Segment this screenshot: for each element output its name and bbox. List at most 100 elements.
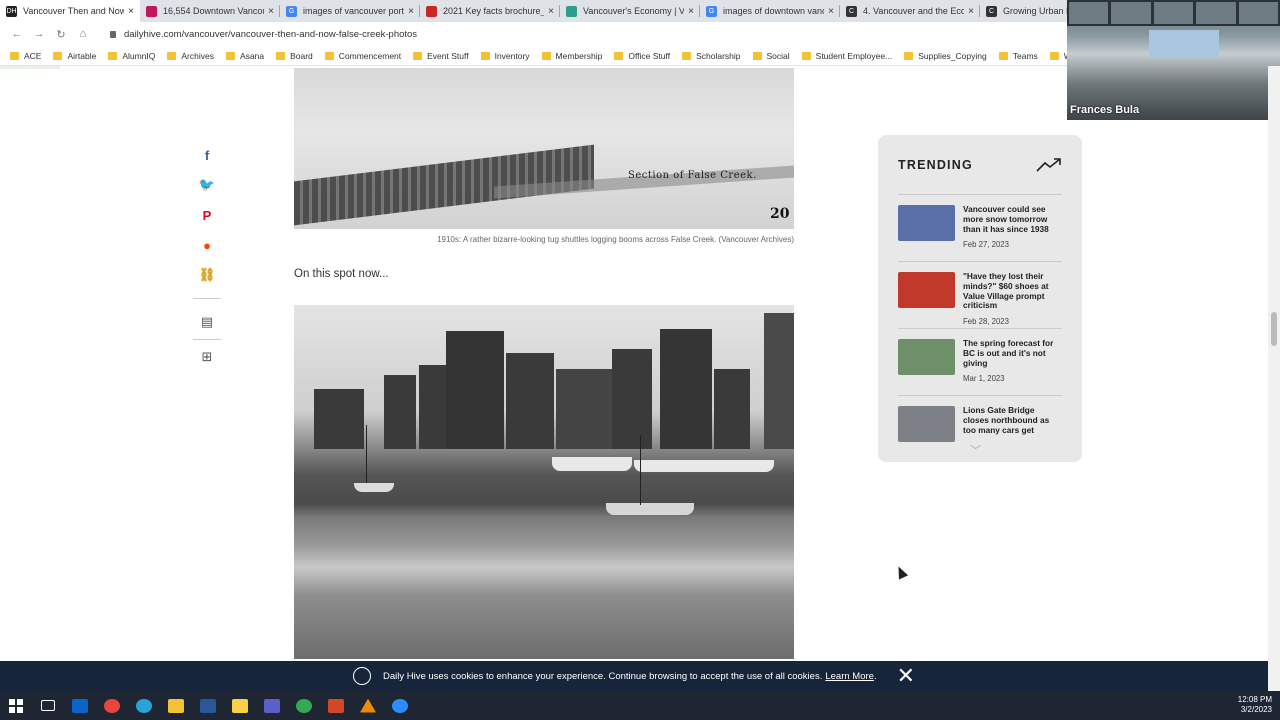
chevron-down-icon[interactable]: ﹀ (970, 442, 981, 458)
sailboat-mast (366, 425, 367, 483)
forward-icon[interactable]: → (30, 25, 48, 43)
edge-icon[interactable] (128, 691, 160, 720)
facebook-icon[interactable]: f (193, 140, 221, 170)
trending-title[interactable]: "Have they lost their minds?" $60 shoes … (963, 271, 1062, 311)
reddit-icon[interactable]: ● (193, 230, 221, 260)
bookmark-label: Event Stuff (427, 50, 469, 61)
browser-tab[interactable]: Vancouver's Economy | Va × (560, 0, 700, 22)
bookmark-item[interactable]: Supplies_Copying (904, 51, 987, 61)
trending-header: TRENDING (898, 135, 1062, 195)
powerpoint-icon[interactable] (320, 691, 352, 720)
bookmark-label: ACE (24, 50, 42, 61)
share-divider (193, 298, 221, 299)
bookmark-item[interactable]: Asana (225, 51, 264, 61)
chrome-icon[interactable] (96, 691, 128, 720)
tab-close-icon[interactable]: × (828, 6, 834, 17)
outlook-icon[interactable] (64, 691, 96, 720)
bookmark-label: Archives (181, 50, 214, 61)
pinterest-icon[interactable]: P (193, 200, 221, 230)
bookmark-item[interactable]: Airtable (53, 51, 96, 61)
building (506, 353, 554, 449)
zoom-icon[interactable] (384, 691, 416, 720)
bookmark-item[interactable]: Board (276, 51, 313, 61)
tab-favicon-icon: G (706, 5, 717, 17)
close-icon[interactable]: ✕ (897, 665, 915, 687)
vlc-icon[interactable] (352, 691, 384, 720)
folder-icon (10, 51, 19, 60)
browser-tab[interactable]: DH Vancouver Then and Now × (0, 0, 140, 22)
video-call-overlay[interactable]: Frances Bula (1067, 0, 1280, 120)
word-icon[interactable] (192, 691, 224, 720)
comment-icon[interactable]: ▤ (193, 307, 221, 337)
scrollbar-thumb[interactable] (1271, 312, 1277, 346)
notes-icon[interactable] (224, 691, 256, 720)
browser-tab[interactable]: Gimages of vancouver port × (280, 0, 420, 22)
folder-icon (324, 51, 334, 60)
building (714, 369, 750, 449)
chrome-profile-icon[interactable] (288, 691, 320, 720)
trending-title[interactable]: Lions Gate Bridge closes northbound as t… (963, 405, 1062, 435)
back-icon[interactable]: ← (8, 25, 26, 43)
bookmark-item[interactable]: ACE (10, 51, 41, 61)
tab-close-icon[interactable]: × (548, 6, 554, 17)
bookmark-item[interactable]: Inventory (480, 51, 530, 61)
url-field[interactable]: dailyhive.com/vancouver/vancouver-then-a… (110, 29, 417, 40)
tab-title: 16,554 Downtown Vancou (163, 6, 265, 16)
bookmark-item[interactable]: Student Employee... (801, 51, 892, 61)
learn-more-link[interactable]: Learn More (825, 671, 874, 682)
trending-thumbnail[interactable] (898, 339, 955, 375)
trending-list[interactable]: Vancouver could see more snow tomorrow t… (898, 195, 1062, 455)
bookmark-item[interactable]: AlumnIQ (108, 51, 155, 61)
trending-thumbnail[interactable] (898, 406, 955, 442)
folder-icon (108, 51, 118, 60)
tab-close-icon[interactable]: × (128, 6, 134, 17)
bookmark-item[interactable]: Social (752, 51, 790, 61)
windows-taskbar: 12:08 PM 3/2/2023 (0, 691, 1280, 720)
page-scrollbar[interactable] (1268, 66, 1280, 691)
folder-icon (752, 51, 762, 60)
bookmark-label: Supplies_Copying (918, 50, 987, 61)
folder-icon (413, 51, 423, 60)
file-explorer-icon[interactable] (160, 691, 192, 720)
browser-tab[interactable]: 16,554 Downtown Vancou × (140, 0, 280, 22)
building (660, 329, 712, 449)
url-text[interactable]: dailyhive.com/vancouver/vancouver-then-a… (124, 29, 417, 40)
home-icon[interactable]: ⌂ (74, 25, 92, 43)
task-view-icon[interactable] (32, 691, 64, 720)
tab-close-icon[interactable]: × (408, 6, 414, 17)
bookmark-item[interactable]: Membership (541, 51, 602, 61)
trending-thumbnail[interactable] (898, 272, 955, 308)
bookmark-item[interactable]: Archives (167, 51, 214, 61)
teams-icon[interactable] (256, 691, 288, 720)
tab-title: 4. Vancouver and the Eco (863, 6, 965, 16)
add-collection-icon[interactable]: ⊞ (193, 342, 221, 372)
trending-thumbnail[interactable] (898, 205, 955, 241)
tab-close-icon[interactable]: × (968, 6, 974, 17)
trending-item[interactable]: Vancouver could see more snow tomorrow t… (898, 195, 1062, 262)
bookmark-label: Airtable (67, 50, 97, 61)
trending-date: Feb 28, 2023 (963, 317, 1009, 327)
tab-close-icon[interactable]: × (268, 6, 274, 17)
browser-tab[interactable]: 2021 Key facts brochure_ie × (420, 0, 560, 22)
tab-title: Vancouver's Economy | Va (583, 6, 685, 16)
bookmark-item[interactable]: Scholarship (682, 51, 741, 61)
bookmark-item[interactable]: Teams (998, 51, 1038, 61)
tab-close-icon[interactable]: × (688, 6, 694, 17)
system-clock[interactable]: 12:08 PM 3/2/2023 (1238, 695, 1272, 715)
bookmark-item[interactable]: Commencement (324, 51, 401, 61)
browser-tab[interactable]: Gimages of downtown vanc × (700, 0, 840, 22)
tab-favicon-icon: DH (6, 5, 17, 17)
trending-item[interactable]: "Have they lost their minds?" $60 shoes … (898, 262, 1062, 329)
windows-icon (9, 698, 23, 713)
trending-title[interactable]: Vancouver could see more snow tomorrow t… (963, 204, 1062, 234)
building (384, 375, 416, 449)
start-button[interactable] (0, 691, 32, 720)
link-icon[interactable]: ⛓ (193, 260, 221, 290)
bookmark-item[interactable]: Office Stuff (614, 51, 670, 61)
reload-icon[interactable]: ↻ (52, 25, 70, 43)
twitter-icon[interactable]: 🐦 (193, 170, 221, 200)
browser-tab[interactable]: C 4. Vancouver and the Eco × (840, 0, 980, 22)
trending-item[interactable]: The spring forecast for BC is out and it… (898, 329, 1062, 396)
trending-title[interactable]: The spring forecast for BC is out and it… (963, 338, 1062, 368)
bookmark-item[interactable]: Event Stuff (413, 50, 469, 61)
